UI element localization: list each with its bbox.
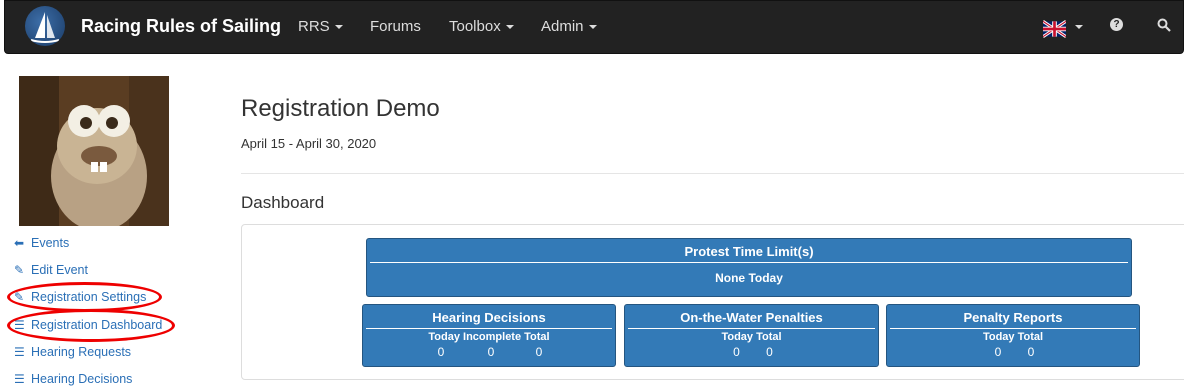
sailboat-logo-icon[interactable] [25,6,65,46]
penalty-reports-tile[interactable]: Penalty Reports Today Total 00 [886,304,1140,367]
tile-divider [366,328,612,329]
pencil-icon: ✎ [14,290,25,304]
tile-value: None Today [715,271,783,285]
sidebar-item-hearing-requests[interactable]: ☰ Hearing Requests [14,345,131,359]
protest-time-limit-tile[interactable]: Protest Time Limit(s) None Today [366,238,1132,297]
nav-toolbox-label: Toolbox [449,18,501,35]
top-navbar: Racing Rules of Sailing RRS Forums Toolb… [4,0,1184,54]
tile-divider [370,262,1128,263]
tile-subheader: Today Incomplete Total [428,331,550,343]
tile-value-today: 0 [994,345,1002,359]
sidebar-item-events[interactable]: ⬅ Events [14,236,69,250]
chevron-down-icon [334,25,343,30]
nav-rrs[interactable]: RRS [298,18,343,35]
tile-title: Hearing Decisions [432,310,546,325]
chevron-down-icon [588,25,597,30]
sidebar-item-label: Events [31,236,70,250]
list-icon: ☰ [14,318,25,332]
chevron-down-icon[interactable] [1075,25,1083,29]
list-icon: ☰ [14,345,25,359]
tile-values: 0 0 0 [363,345,615,359]
nav-admin[interactable]: Admin [541,18,597,35]
nav-admin-label: Admin [541,18,584,35]
tile-values: 00 [887,345,1139,359]
sidebar-item-label: Hearing Decisions [31,372,133,386]
on-the-water-penalties-tile[interactable]: On-the-Water Penalties Today Total 00 [624,304,879,367]
tile-subheader: Today Total [721,331,782,343]
sidebar-item-edit-event[interactable]: ✎ Edit Event [14,263,88,277]
tile-value-today: 0 [437,345,445,359]
arrow-left-icon: ⬅ [14,236,25,250]
tile-value-total: 0 [535,345,543,359]
help-icon[interactable]: ? [1110,18,1123,31]
sidebar-item-registration-dashboard[interactable]: ☰ Registration Dashboard [14,318,162,332]
tile-subheader: Today Total [982,331,1044,343]
tile-value-today: 0 [733,345,740,359]
tile-title: Penalty Reports [963,310,1063,325]
tile-divider [890,328,1136,329]
sidebar-item-label: Registration Settings [31,290,147,304]
search-icon[interactable] [1157,18,1171,32]
pencil-icon: ✎ [14,263,25,277]
chevron-down-icon [505,25,514,30]
list-icon: ☰ [14,372,25,386]
brand-title[interactable]: Racing Rules of Sailing [81,16,281,37]
tile-divider [628,328,875,329]
nav-forums-label: Forums [370,18,421,35]
sidebar-item-registration-settings[interactable]: ✎ Registration Settings [14,290,146,304]
hearing-decisions-tile[interactable]: Hearing Decisions Today Incomplete Total… [362,304,616,367]
uk-flag-icon[interactable] [1043,18,1066,40]
nav-rrs-label: RRS [298,18,330,35]
avatar [19,76,169,226]
section-title: Dashboard [241,193,325,212]
tile-value-total: 0 [1027,345,1035,359]
nav-toolbox[interactable]: Toolbox [449,18,514,35]
sidebar-item-label: Edit Event [31,263,88,277]
event-dates: April 15 - April 30, 2020 [241,136,377,151]
nav-forums[interactable]: Forums [370,18,421,35]
divider [241,173,1184,174]
tile-value-incomplete: 0 [487,345,495,359]
tile-title: Protest Time Limit(s) [684,244,814,259]
page-title: Registration Demo [241,95,440,122]
sidebar-item-label: Registration Dashboard [31,318,163,332]
sidebar-item-hearing-decisions[interactable]: ☰ Hearing Decisions [14,372,132,386]
tile-title: On-the-Water Penalties [680,310,823,325]
tile-value-total: 0 [766,345,773,359]
tile-values: 00 [625,345,878,359]
sidebar-item-label: Hearing Requests [31,345,132,359]
